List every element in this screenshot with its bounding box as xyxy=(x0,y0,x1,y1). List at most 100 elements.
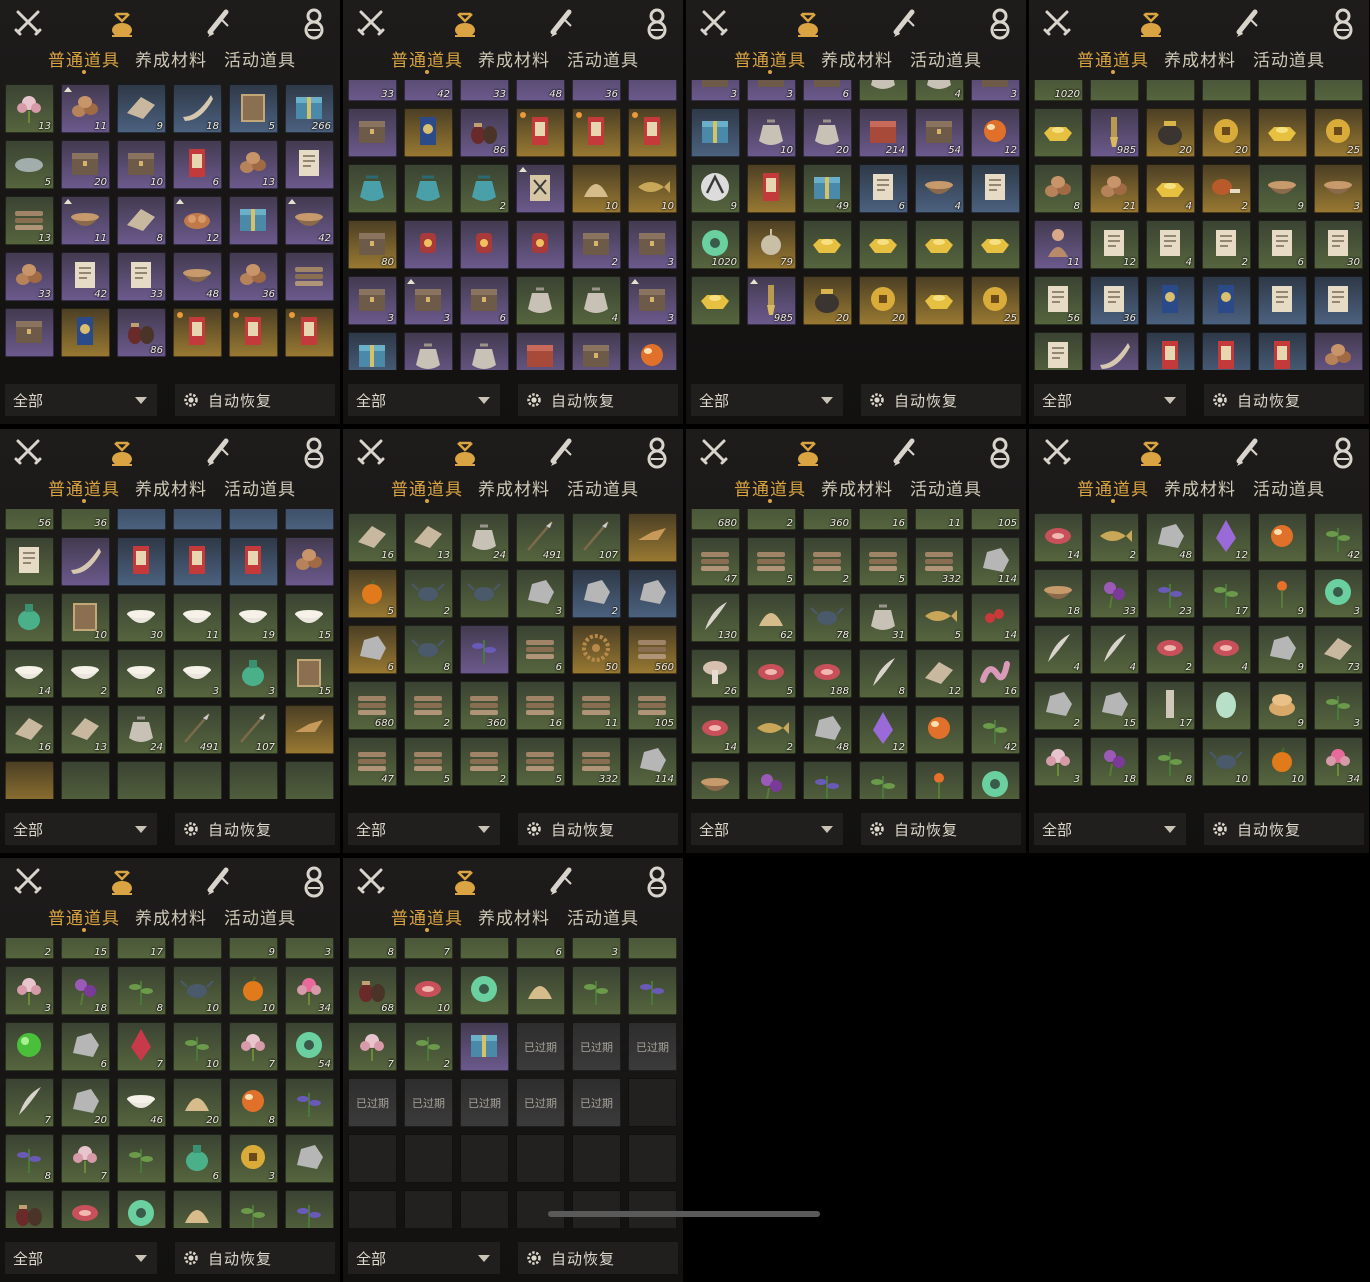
item-slot[interactable] xyxy=(348,1134,397,1183)
item-slot[interactable]: 23 xyxy=(1146,569,1195,618)
item-slot[interactable]: 3 xyxy=(404,276,453,325)
tab-event-items[interactable]: 活动道具 xyxy=(224,904,296,929)
item-slot[interactable]: 79 xyxy=(747,220,796,269)
item-slot[interactable]: 20 xyxy=(803,108,852,157)
item-slot[interactable]: 105 xyxy=(971,509,1020,530)
item-slot[interactable]: 4 xyxy=(1146,220,1195,269)
item-slot[interactable]: 14 xyxy=(691,705,740,754)
tab-growth-materials[interactable]: 养成材料 xyxy=(135,904,207,929)
item-slot[interactable] xyxy=(628,1078,677,1127)
item-slot[interactable]: 491 xyxy=(516,513,565,562)
crossed-swords-icon[interactable] xyxy=(353,433,389,471)
item-slot[interactable]: 68 xyxy=(348,966,397,1015)
item-slot[interactable] xyxy=(117,509,166,530)
scroll-brush-icon[interactable] xyxy=(886,433,922,471)
filter-dropdown[interactable]: 全部 xyxy=(5,1242,157,1274)
item-slot[interactable] xyxy=(516,1134,565,1183)
item-slot[interactable]: 3 xyxy=(229,649,278,698)
item-slot[interactable] xyxy=(1146,276,1195,325)
scroll-brush-icon[interactable] xyxy=(543,4,579,42)
item-slot[interactable] xyxy=(628,80,677,101)
item-slot[interactable]: 10 xyxy=(229,966,278,1015)
item-slot[interactable]: 2 xyxy=(460,737,509,786)
item-slot[interactable]: 11 xyxy=(61,84,110,133)
item-slot[interactable]: 2 xyxy=(460,164,509,213)
item-slot[interactable]: 18 xyxy=(173,84,222,133)
item-slot[interactable]: 24 xyxy=(117,705,166,754)
scroll-brush-icon[interactable] xyxy=(543,862,579,900)
item-slot[interactable]: 4 xyxy=(915,80,964,101)
item-slot[interactable] xyxy=(460,938,509,959)
item-slot[interactable]: 30 xyxy=(1314,220,1363,269)
auto-recover-button[interactable]: 自动恢复 xyxy=(518,813,678,845)
item-slot[interactable]: 16 xyxy=(859,509,908,530)
item-slot[interactable]: 3 xyxy=(747,80,796,101)
item-slot[interactable] xyxy=(915,705,964,754)
item-slot[interactable] xyxy=(460,332,509,370)
item-slot[interactable]: 6 xyxy=(516,938,565,959)
item-slot[interactable] xyxy=(628,513,677,562)
item-slot[interactable] xyxy=(404,108,453,157)
item-slot[interactable]: 20 xyxy=(859,276,908,325)
item-slot[interactable]: 3 xyxy=(971,80,1020,101)
item-slot[interactable]: 680 xyxy=(348,681,397,730)
item-slot[interactable]: 2 xyxy=(1202,220,1251,269)
item-slot[interactable] xyxy=(1202,276,1251,325)
item-slot[interactable]: 2 xyxy=(1146,625,1195,674)
filter-dropdown[interactable]: 全部 xyxy=(5,813,157,845)
item-slot[interactable]: 188 xyxy=(803,649,852,698)
item-slot[interactable] xyxy=(229,196,278,245)
item-slot[interactable]: 33 xyxy=(5,252,54,301)
tab-event-items[interactable]: 活动道具 xyxy=(567,46,639,71)
item-slot[interactable]: 5 xyxy=(915,593,964,642)
item-slot[interactable]: 20 xyxy=(61,1078,110,1127)
item-slot[interactable] xyxy=(971,164,1020,213)
item-slot[interactable]: 6 xyxy=(173,1134,222,1183)
item-slot[interactable]: 49 xyxy=(803,164,852,213)
item-slot[interactable] xyxy=(117,1190,166,1228)
auto-recover-button[interactable]: 自动恢复 xyxy=(1204,813,1364,845)
item-slot[interactable]: 6 xyxy=(173,140,222,189)
scroll-brush-icon[interactable] xyxy=(1229,433,1265,471)
tab-common-items[interactable]: 普通道具 xyxy=(391,475,463,503)
item-slot[interactable]: 9 xyxy=(117,84,166,133)
item-grid[interactable]: 3 3 6 4 3 10 20 214 54 12 9 49 6 4 1020 79 985 20 20 25 xyxy=(691,80,1025,370)
item-slot[interactable]: 33 xyxy=(460,80,509,101)
scroll-brush-icon[interactable] xyxy=(200,862,236,900)
item-slot[interactable] xyxy=(1090,80,1139,101)
pouch-icon[interactable] xyxy=(790,4,826,42)
item-slot[interactable] xyxy=(285,1190,334,1228)
item-slot[interactable]: 10 xyxy=(404,966,453,1015)
item-slot[interactable] xyxy=(691,276,740,325)
item-slot[interactable]: 13 xyxy=(61,705,110,754)
item-slot[interactable] xyxy=(1314,332,1363,370)
item-slot[interactable]: 3 xyxy=(1314,569,1363,618)
item-slot[interactable]: 11 xyxy=(1034,220,1083,269)
tab-growth-materials[interactable]: 养成材料 xyxy=(1164,46,1236,71)
item-slot[interactable]: 7 xyxy=(117,1022,166,1071)
item-slot[interactable] xyxy=(1146,80,1195,101)
item-slot[interactable]: 42 xyxy=(61,252,110,301)
crossed-swords-icon[interactable] xyxy=(10,433,46,471)
item-slot[interactable]: 3 xyxy=(229,1134,278,1183)
item-slot[interactable]: 7 xyxy=(404,938,453,959)
item-slot[interactable] xyxy=(5,593,54,642)
item-slot[interactable]: 8 xyxy=(859,649,908,698)
ink-gourd-icon[interactable] xyxy=(639,4,675,42)
item-slot[interactable]: 42 xyxy=(285,196,334,245)
item-slot[interactable]: 15 xyxy=(285,593,334,642)
item-slot[interactable] xyxy=(5,761,54,799)
crossed-swords-icon[interactable] xyxy=(10,862,46,900)
crossed-swords-icon[interactable] xyxy=(1039,433,1075,471)
filter-dropdown[interactable]: 全部 xyxy=(348,813,500,845)
item-slot[interactable]: 332 xyxy=(915,537,964,586)
pouch-icon[interactable] xyxy=(1133,433,1169,471)
item-slot[interactable] xyxy=(5,308,54,357)
item-slot[interactable]: 360 xyxy=(803,509,852,530)
item-slot[interactable] xyxy=(460,966,509,1015)
item-slot[interactable] xyxy=(1314,276,1363,325)
tab-event-items[interactable]: 活动道具 xyxy=(1253,46,1325,71)
item-slot[interactable]: 680 xyxy=(691,509,740,530)
item-slot[interactable]: 3 xyxy=(1034,737,1083,786)
item-slot[interactable]: 56 xyxy=(1034,276,1083,325)
